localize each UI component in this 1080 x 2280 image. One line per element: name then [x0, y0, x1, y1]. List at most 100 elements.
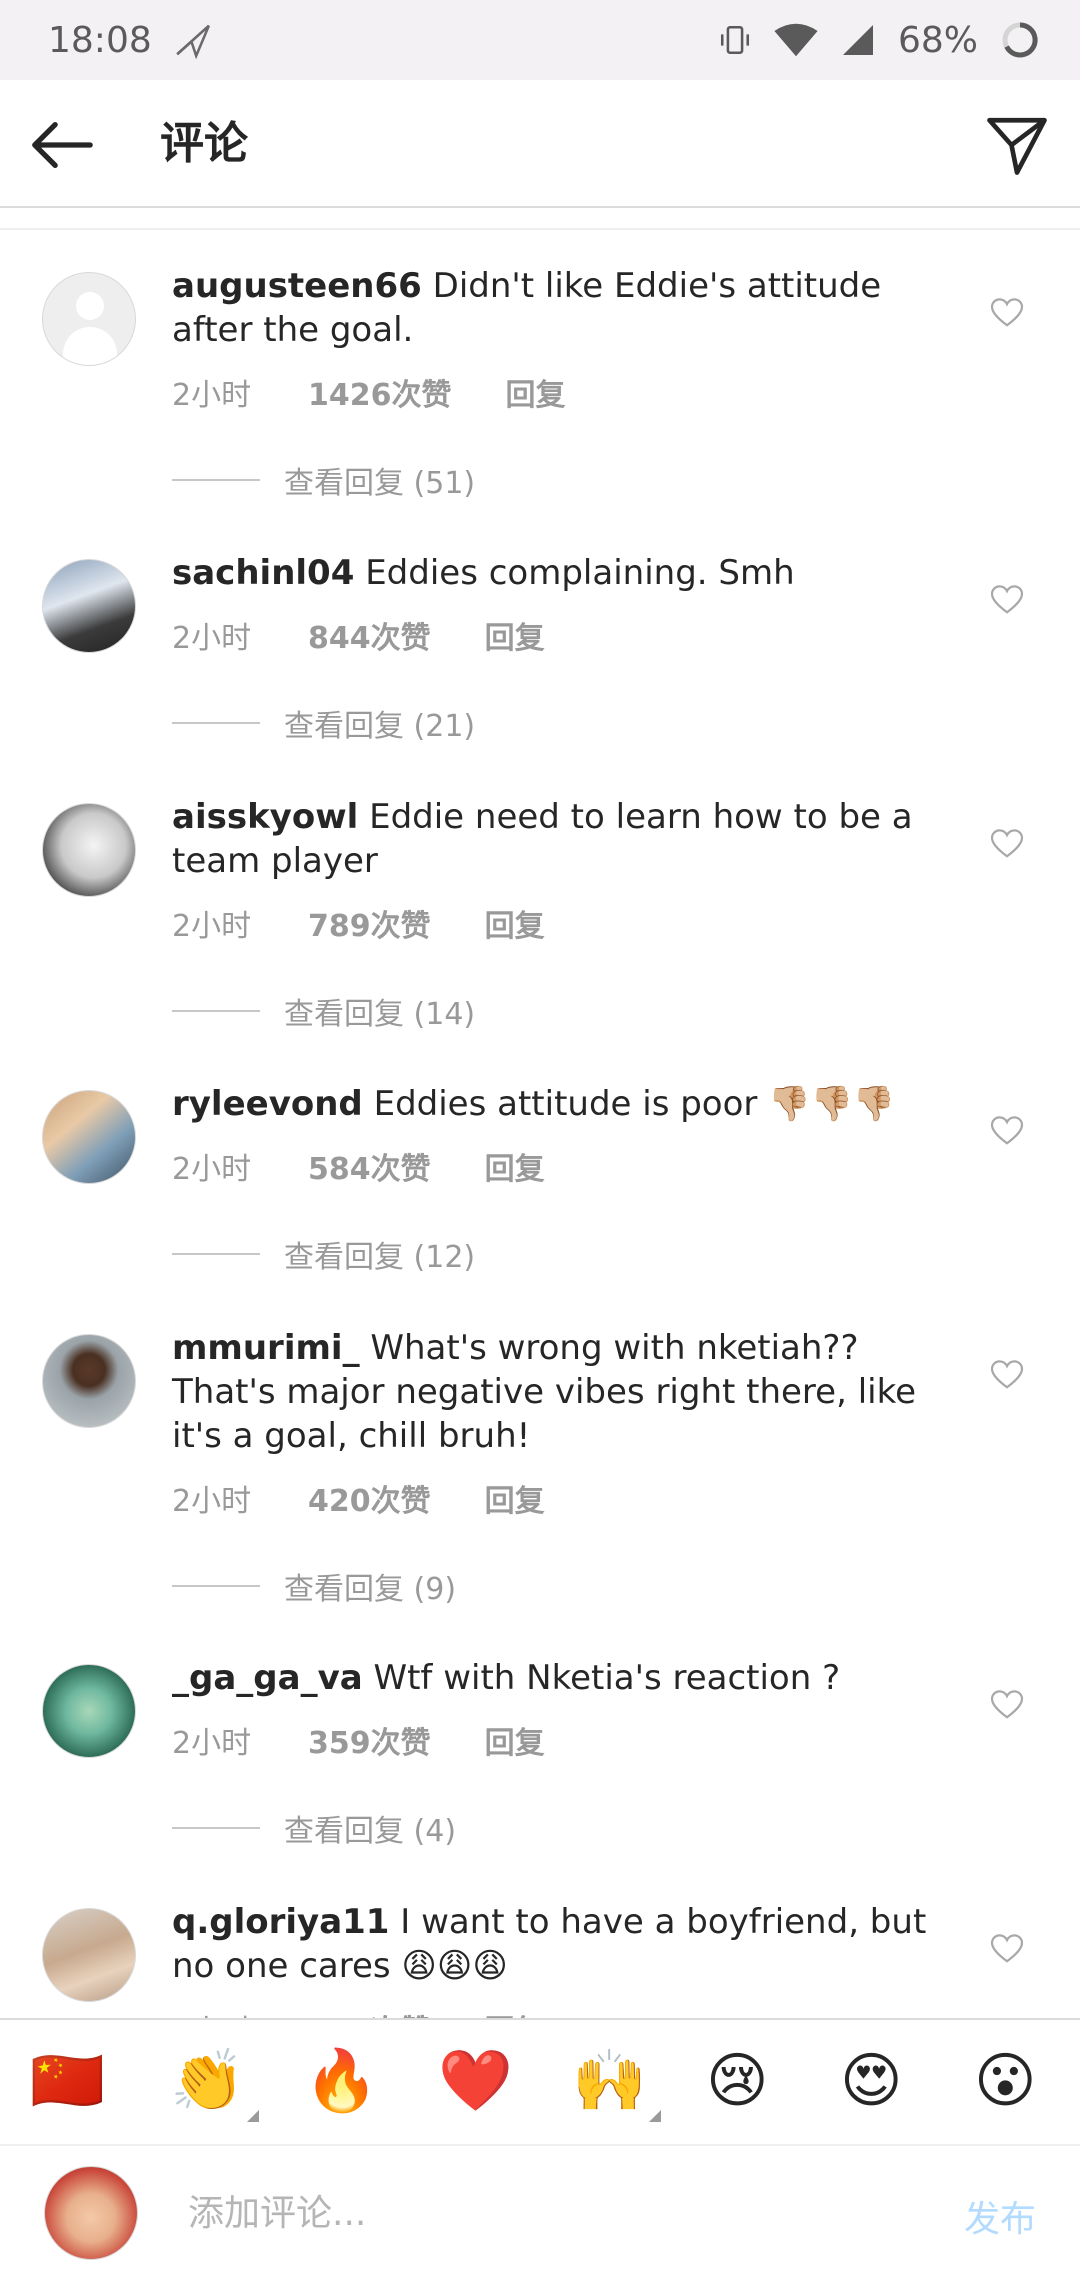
comment-username[interactable]: mmurimi_ [172, 1328, 360, 1368]
reply-button[interactable]: 回复 [506, 370, 566, 414]
skin-tone-indicator-icon [246, 2110, 259, 2122]
comment-username[interactable]: _ga_ga_va [172, 1658, 363, 1698]
heart-icon[interactable] [990, 829, 1024, 859]
view-replies-button[interactable]: 查看回复 (4) [172, 1806, 456, 1850]
comment-time: 2小时 [172, 1726, 252, 1761]
comment-time: 2小时 [172, 1152, 252, 1187]
signal-icon [842, 25, 873, 55]
comment-meta: 2小时 420次赞 回复 [172, 1476, 545, 1520]
avatar[interactable] [42, 559, 136, 653]
view-replies-label: 查看回复 (21) [284, 709, 476, 744]
emoji-raised-hands-glyph: 🙌 [572, 2046, 647, 2116]
send-arrow-icon [176, 24, 210, 59]
emoji-fire[interactable]: 🔥 [304, 2046, 379, 2116]
heart-icon[interactable] [990, 1690, 1024, 1720]
emoji-flag-china[interactable]: 🇨🇳 [30, 2046, 105, 2116]
comment-input-bar: 发布 [0, 2146, 1080, 2280]
comment-likes[interactable]: 584次赞 [308, 1144, 431, 1188]
comment-list[interactable]: augusteen66 Didn't like Eddie's attitude… [0, 230, 1080, 2020]
status-time: 18:08 [48, 19, 152, 61]
comment-likes[interactable]: 844次赞 [308, 613, 431, 657]
comment-input[interactable] [186, 2182, 910, 2244]
heart-icon[interactable] [990, 1360, 1024, 1390]
view-replies-label: 查看回复 (4) [284, 1814, 457, 1849]
comment-likes[interactable]: 420次赞 [308, 1476, 431, 1520]
view-replies-button[interactable]: 查看回复 (21) [172, 701, 475, 745]
reply-button[interactable]: 回复 [485, 613, 545, 657]
avatar-head [76, 292, 104, 320]
comment-text: aisskyowl Eddie need to learn how to be … [172, 795, 952, 883]
comment-time: 2小时 [172, 621, 252, 656]
view-replies-label: 查看回复 (12) [284, 1240, 476, 1275]
view-replies-line [172, 1827, 260, 1829]
comment-time: 2小时 [172, 909, 252, 944]
view-replies-button[interactable]: 查看回复 (9) [172, 1564, 456, 1608]
reply-button[interactable]: 回复 [485, 1718, 545, 1762]
avatar[interactable] [42, 1090, 136, 1184]
emoji-clap[interactable]: 👏 [170, 2046, 259, 2122]
view-replies-line [172, 722, 260, 724]
emoji-heart-eyes[interactable]: 😍 [840, 2046, 903, 2116]
avatar[interactable] [42, 1334, 136, 1428]
arrow-left-icon[interactable] [26, 110, 96, 180]
comment-likes[interactable]: 1426次赞 [308, 370, 452, 414]
reply-button[interactable]: 回复 [485, 1476, 545, 1520]
post-button[interactable]: 发布 [964, 2190, 1036, 2242]
view-replies-line [172, 479, 260, 481]
comment-username[interactable]: ryleevond [172, 1084, 363, 1124]
comment-username[interactable]: augusteen66 [172, 266, 422, 306]
comment-time: 2小时 [172, 378, 252, 413]
comment-username[interactable]: aisskyowl [172, 797, 358, 837]
battery-icon [1002, 22, 1038, 58]
view-replies-line [172, 1253, 260, 1255]
comment-meta: 2小时 359次赞 回复 [172, 1718, 545, 1762]
reply-button[interactable]: 回复 [485, 1144, 545, 1188]
header: 评论 [0, 80, 1080, 208]
comment-text: q.gloriya11 I want to have a boyfriend, … [172, 1900, 952, 1988]
my-avatar [44, 2166, 138, 2260]
view-replies-button[interactable]: 查看回复 (12) [172, 1232, 475, 1276]
reply-button[interactable]: 回复 [485, 901, 545, 945]
comment-text: ryleevond Eddies attitude is poor 👎🏼👎🏼👎🏼 [172, 1082, 952, 1126]
comment-body: Wtf with Nketia's reaction ? [373, 1658, 841, 1698]
heart-icon[interactable] [990, 1934, 1024, 1964]
view-replies-label: 查看回复 (14) [284, 997, 476, 1032]
battery-percent: 68% [897, 19, 978, 61]
avatar-body [63, 327, 117, 365]
comment-meta: 2小时 789次赞 回复 [172, 901, 545, 945]
emoji-surprised[interactable]: 😮 [974, 2046, 1037, 2116]
emoji-clap-glyph: 👏 [170, 2046, 245, 2116]
view-replies-label: 查看回复 (9) [284, 1572, 457, 1607]
comment-text: _ga_ga_va Wtf with Nketia's reaction ? [172, 1656, 952, 1700]
comment-meta: 2小时 584次赞 回复 [172, 1144, 545, 1188]
paper-plane-icon[interactable] [984, 112, 1050, 178]
avatar[interactable] [42, 1664, 136, 1758]
heart-icon[interactable] [990, 1116, 1024, 1146]
wifi-icon [774, 23, 818, 57]
comment-body: Eddies attitude is poor 👎🏼👎🏼👎🏼 [373, 1084, 896, 1124]
avatar[interactable] [42, 803, 136, 897]
page-title: 评论 [160, 118, 248, 169]
avatar[interactable] [42, 1908, 136, 2002]
view-replies-button[interactable]: 查看回复 (14) [172, 989, 475, 1033]
comment-text: mmurimi_ What's wrong with nketiah?? Tha… [172, 1326, 952, 1458]
avatar[interactable] [42, 272, 136, 366]
emoji-raised-hands[interactable]: 🙌 [572, 2046, 661, 2122]
comment-meta: 2小时 844次赞 回复 [172, 613, 545, 657]
heart-icon[interactable] [990, 585, 1024, 615]
view-replies-line [172, 1585, 260, 1587]
comment-body: Eddies complaining. Smh [365, 553, 795, 593]
comment-likes[interactable]: 789次赞 [308, 901, 431, 945]
comment-time: 2小时 [172, 1484, 252, 1519]
comment-username[interactable]: q.gloriya11 [172, 1902, 389, 1942]
emoji-crying[interactable]: 😢 [706, 2046, 769, 2116]
view-replies-line [172, 1010, 260, 1012]
comment-likes[interactable]: 359次赞 [308, 1718, 431, 1762]
view-replies-button[interactable]: 查看回复 (51) [172, 458, 475, 502]
heart-icon[interactable] [990, 298, 1024, 328]
emoji-reaction-bar: 🇨🇳 👏 🔥 ❤️ 🙌 😢 😍 😮 [0, 2018, 1080, 2146]
skin-tone-indicator-icon [648, 2110, 661, 2122]
comment-username[interactable]: sachinl04 [172, 553, 354, 593]
status-bar: 18:08 68% [0, 0, 1080, 80]
emoji-heart[interactable]: ❤️ [438, 2046, 513, 2116]
